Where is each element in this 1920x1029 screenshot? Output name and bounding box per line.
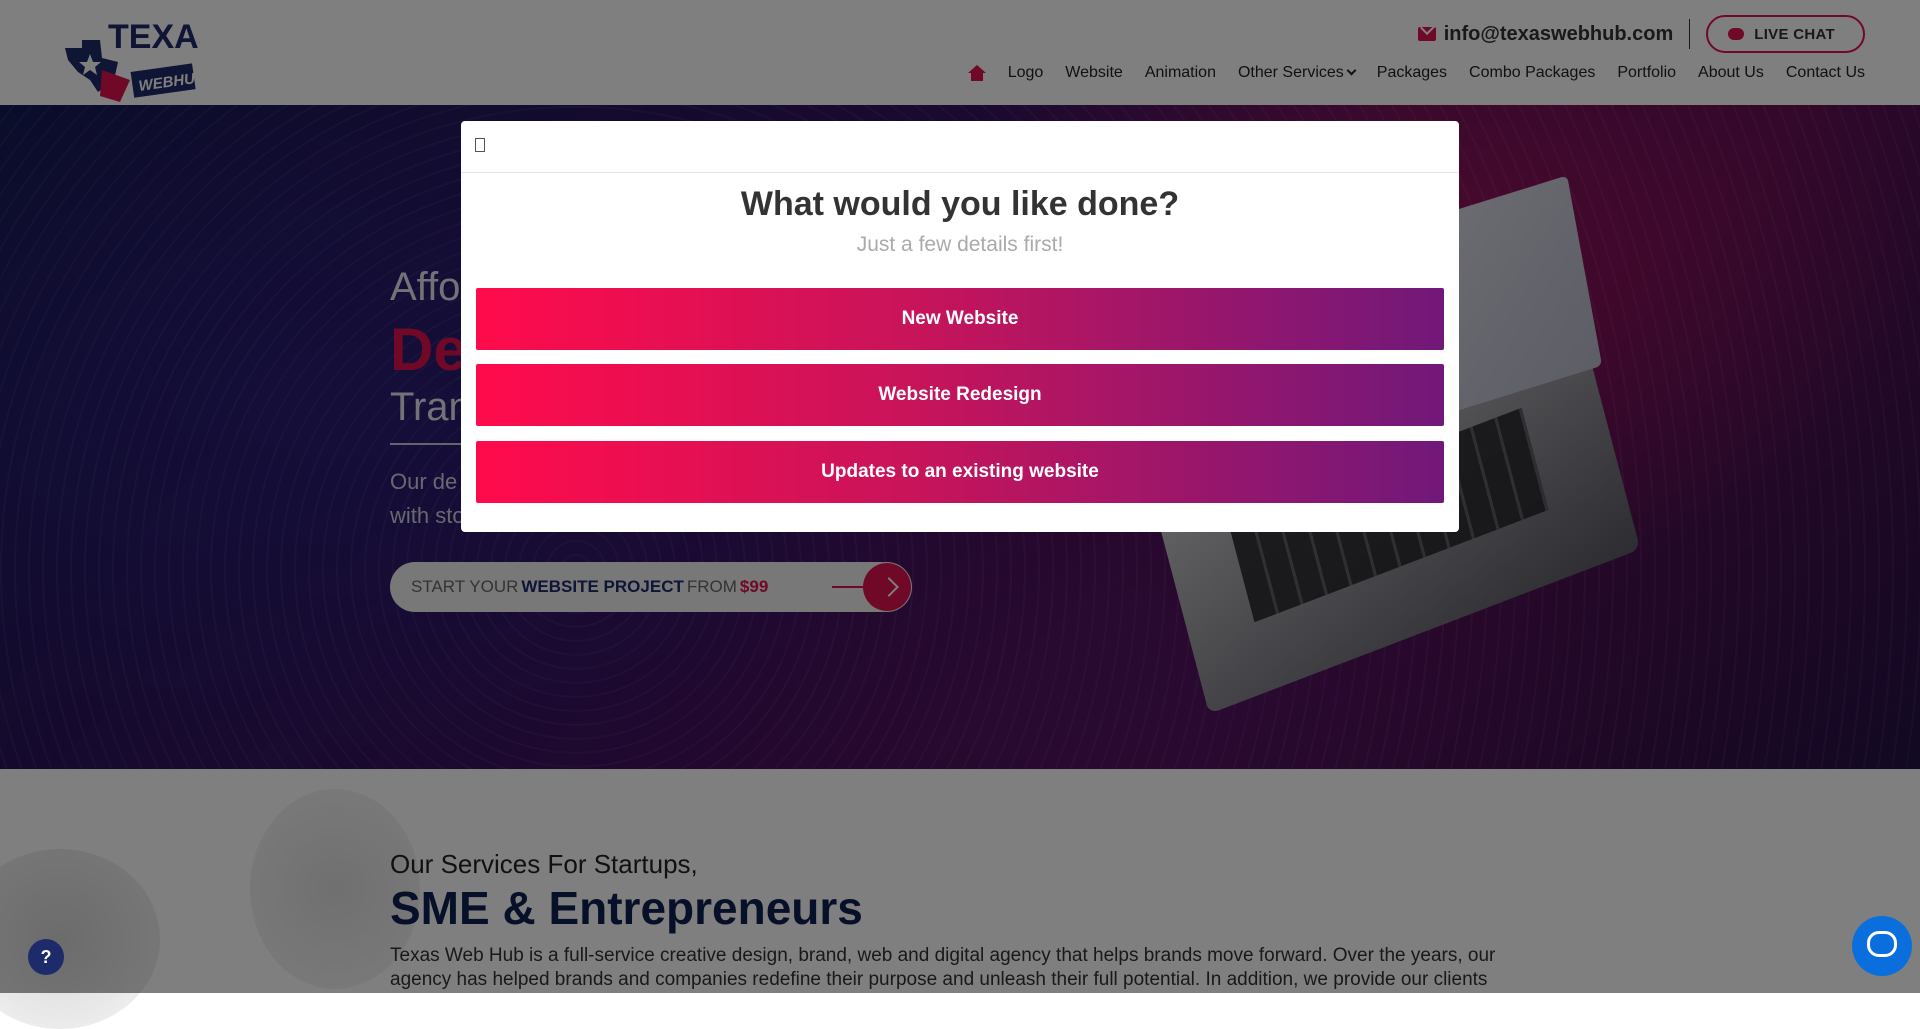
modal-subtitle: Just a few details first! bbox=[856, 233, 1064, 256]
help-button[interactable]: ? bbox=[28, 939, 64, 975]
website-redesign-button[interactable]: Website Redesign bbox=[476, 364, 1444, 426]
new-website-button[interactable]: New Website bbox=[476, 288, 1444, 350]
chat-bubble-icon bbox=[1867, 931, 1897, 957]
update-existing-website-button[interactable]: Updates to an existing website bbox=[476, 441, 1444, 503]
chat-widget-button[interactable] bbox=[1852, 916, 1912, 976]
modal-header bbox=[461, 121, 1459, 173]
service-selection-modal: What would you like done? Just a few det… bbox=[461, 121, 1459, 532]
close-icon[interactable] bbox=[475, 138, 485, 152]
modal-title: What would you like done? bbox=[740, 185, 1180, 223]
